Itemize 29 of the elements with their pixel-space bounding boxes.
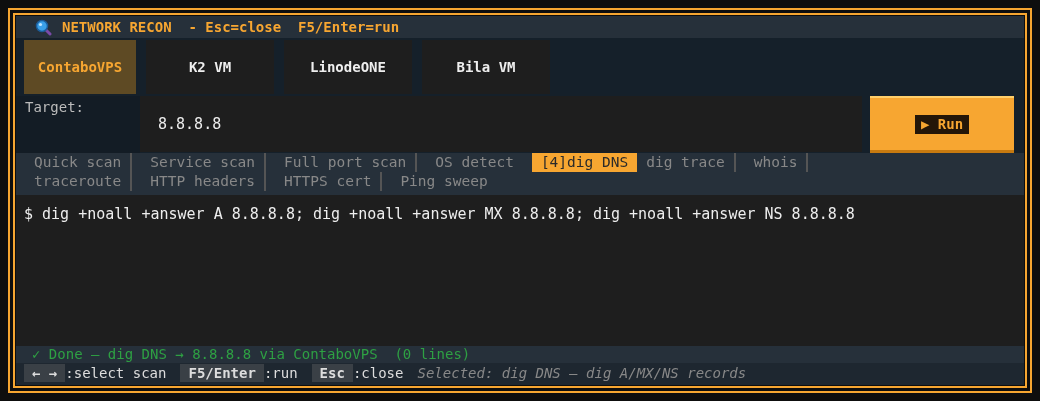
status-message: ✓ Done – dig DNS → 8.8.8.8 via ContaboVPS (0 lines) [16, 346, 1024, 363]
command-output: $ dig +noall +answer A 8.8.8.8; dig +noall +answer MX 8.8.8.8; dig +noall +answer NS 8.8.8.8 [24, 204, 856, 225]
scan-option[interactable]: Service scan [141, 153, 267, 172]
scan-option[interactable]: Ping sweep [391, 172, 497, 191]
target-label: Target: [16, 96, 140, 153]
host-tab[interactable]: LinodeONE [284, 40, 412, 94]
target-field[interactable]: 8.8.8.8 [140, 96, 862, 152]
host-tab[interactable]: Bila VM [422, 40, 550, 94]
scan-option[interactable]: dig trace [637, 153, 736, 172]
selection-note: Selected: dig DNS – dig A/MX/NS records [417, 364, 747, 382]
scan-option[interactable]: Full port scan [275, 153, 418, 172]
key-action: :run [263, 364, 298, 382]
host-tab[interactable]: K2 VM [146, 40, 274, 94]
scan-option[interactable]: [4]dig DNS [531, 153, 638, 172]
scan-option[interactable]: HTTP headers [141, 172, 267, 191]
scan-option[interactable]: OS detect [426, 153, 523, 172]
search-icon [35, 18, 52, 36]
host-tab[interactable]: ContaboVPS [24, 40, 136, 94]
key-action: :close [352, 364, 404, 382]
key-hint: ← → [24, 364, 66, 382]
key-hint: F5/Enter [180, 364, 264, 382]
run-button[interactable]: ▶ Run [870, 96, 1014, 153]
scan-option[interactable]: whois [744, 153, 809, 172]
scan-option[interactable]: traceroute [25, 172, 133, 191]
scan-option[interactable]: Quick scan [25, 153, 133, 172]
scan-option[interactable]: HTTPS cert [275, 172, 383, 191]
window-title: NETWORK RECON - Esc=close F5/Enter=run [62, 17, 400, 37]
key-hint: Esc [311, 364, 353, 382]
key-action: :select scan [65, 364, 167, 382]
